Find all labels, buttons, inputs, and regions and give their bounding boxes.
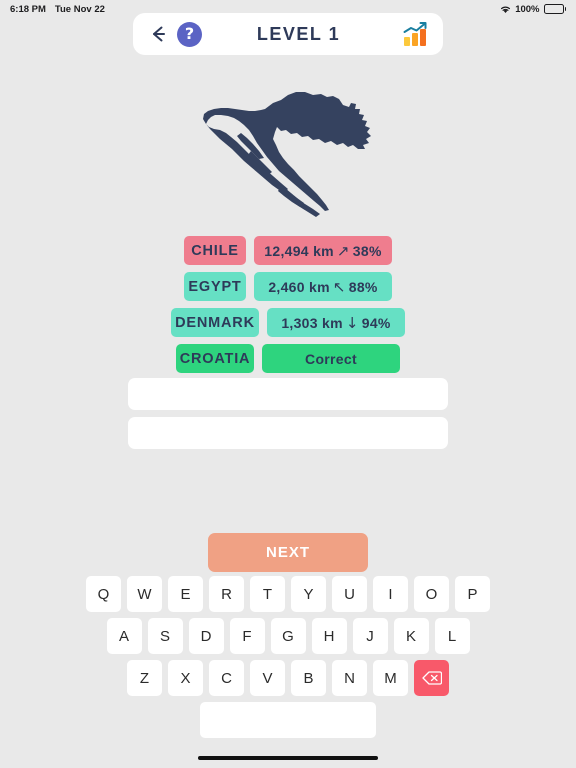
guess-distance: 1,303 km: [281, 314, 343, 331]
arrow-northeast-icon: ↗: [336, 241, 350, 260]
key-d[interactable]: D: [188, 618, 224, 654]
guess-country-label: EGYPT: [188, 278, 242, 295]
bar-chart-icon[interactable]: [401, 20, 429, 48]
key-b[interactable]: B: [291, 660, 326, 696]
guess-distance: 2,460 km: [268, 278, 330, 295]
key-q[interactable]: Q: [86, 576, 121, 612]
key-x[interactable]: X: [168, 660, 203, 696]
back-arrow-icon[interactable]: [147, 23, 169, 45]
guess-list: CHILE 12,494 km ↗ 38% EGYPT 2,460 km ↖ 8…: [0, 236, 576, 373]
header-bar: ? LEVEL 1: [133, 13, 443, 55]
key-k[interactable]: K: [393, 618, 429, 654]
arrow-northwest-icon: ↖: [332, 277, 346, 296]
battery-percent-label: 100%: [515, 3, 540, 15]
key-e[interactable]: E: [168, 576, 203, 612]
wifi-icon: [500, 5, 511, 14]
guess-distance: 12,494 km: [264, 242, 334, 259]
guess-country-label: DENMARK: [175, 314, 255, 331]
guess-row: EGYPT 2,460 km ↖ 88%: [184, 272, 392, 301]
key-c[interactable]: C: [209, 660, 244, 696]
key-j[interactable]: J: [352, 618, 388, 654]
key-u[interactable]: U: [332, 576, 367, 612]
status-time: 6:18 PM: [10, 3, 46, 15]
on-screen-keyboard: QWERTYUIOP ASDFGHJKL ZXCVBNM: [0, 576, 576, 738]
croatia-map-silhouette: [193, 73, 383, 223]
guess-percent: 88%: [348, 278, 378, 295]
guess-percent: 94%: [361, 314, 391, 331]
arrow-down-icon: ↓: [345, 313, 359, 332]
guess-row: CHILE 12,494 km ↗ 38%: [184, 236, 392, 265]
guess-row: DENMARK 1,303 km ↓ 94%: [171, 308, 405, 337]
guess-info-pill: 1,303 km ↓ 94%: [267, 308, 405, 337]
country-map-area: [0, 72, 576, 224]
key-i[interactable]: I: [373, 576, 408, 612]
answer-slot-empty[interactable]: [128, 378, 448, 410]
battery-full-icon: [543, 4, 566, 14]
guess-country-pill: CROATIA: [176, 344, 254, 373]
key-s[interactable]: S: [147, 618, 183, 654]
answer-slots: [128, 378, 448, 449]
key-n[interactable]: N: [332, 660, 367, 696]
key-a[interactable]: A: [106, 618, 142, 654]
app-root: 6:18 PM Tue Nov 22 100% ? LEVEL 1 CHILE …: [0, 0, 576, 768]
key-p[interactable]: P: [455, 576, 490, 612]
guess-row-correct: CROATIA Correct: [176, 344, 400, 373]
key-f[interactable]: F: [229, 618, 265, 654]
page-title: LEVEL 1: [256, 23, 341, 44]
guess-info-pill: 2,460 km ↖ 88%: [254, 272, 392, 301]
backspace-delete-icon[interactable]: [414, 660, 449, 696]
key-r[interactable]: R: [209, 576, 244, 612]
key-z[interactable]: Z: [127, 660, 162, 696]
next-button[interactable]: NEXT: [208, 533, 368, 572]
key-y[interactable]: Y: [291, 576, 326, 612]
space-key[interactable]: [200, 702, 376, 738]
key-w[interactable]: W: [127, 576, 162, 612]
status-date: Tue Nov 22: [54, 3, 105, 15]
guess-info-pill: 12,494 km ↗ 38%: [254, 236, 392, 265]
key-m[interactable]: M: [373, 660, 408, 696]
key-v[interactable]: V: [250, 660, 285, 696]
keyboard-row-1: QWERTYUIOP: [86, 576, 490, 612]
key-h[interactable]: H: [311, 618, 347, 654]
keyboard-row-2: ASDFGHJKL: [106, 618, 470, 654]
key-g[interactable]: G: [270, 618, 306, 654]
status-bar-left: 6:18 PM Tue Nov 22: [10, 4, 105, 15]
keyboard-row-3: ZXCVBNM: [127, 660, 449, 696]
key-o[interactable]: O: [414, 576, 449, 612]
home-indicator: [198, 756, 378, 760]
guess-country-pill: EGYPT: [184, 272, 246, 301]
guess-country-pill: DENMARK: [171, 308, 259, 337]
guess-result-label: Correct: [305, 350, 357, 367]
guess-country-label: CHILE: [191, 242, 239, 259]
key-t[interactable]: T: [250, 576, 285, 612]
guess-country-pill: CHILE: [184, 236, 246, 265]
key-l[interactable]: L: [434, 618, 470, 654]
guess-result-pill: Correct: [262, 344, 400, 373]
guess-country-label: CROATIA: [179, 350, 251, 367]
answer-slot-empty[interactable]: [128, 417, 448, 449]
status-bar-right: 100%: [500, 4, 566, 15]
guess-percent: 38%: [352, 242, 382, 259]
keyboard-row-4: [200, 702, 376, 738]
